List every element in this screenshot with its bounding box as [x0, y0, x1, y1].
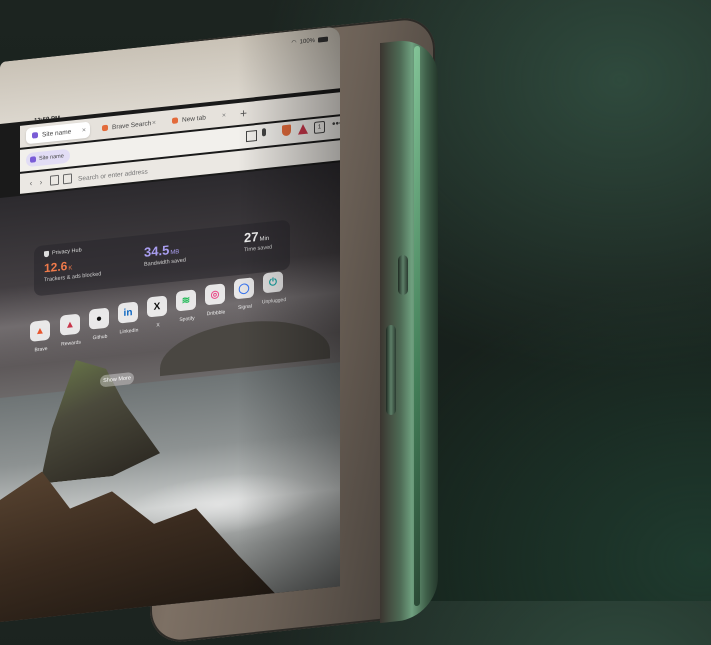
wifi-icon: ◠: [291, 39, 297, 47]
top-site-linkedin[interactable]: in LinkedIn: [118, 301, 140, 335]
site-favicon-icon: [30, 156, 36, 163]
trackers-unit: K: [68, 265, 73, 272]
site-pill[interactable]: Site name: [26, 148, 70, 168]
tablet-screen: ◠ 100% 12:59 PM Site name × Brave Search…: [0, 26, 340, 622]
battery-icon: [318, 36, 328, 43]
tab-label: Brave Search: [112, 119, 152, 131]
github-icon: ●: [89, 307, 109, 330]
tab-site-name[interactable]: Site name ×: [26, 121, 90, 145]
rewards-icon[interactable]: [298, 123, 308, 135]
close-icon[interactable]: ×: [82, 126, 86, 133]
top-site-github[interactable]: ● Github: [89, 307, 111, 341]
microphone-icon[interactable]: [262, 128, 266, 137]
tab-count-button[interactable]: 1: [314, 120, 325, 134]
status-icons: ◠ 100%: [291, 36, 328, 47]
top-site-label: Unplugged: [261, 296, 287, 306]
top-site-dribbble[interactable]: ◎ Dribbble: [205, 283, 227, 317]
reader-icon[interactable]: [63, 173, 72, 185]
tab-brave-search[interactable]: Brave Search ×: [96, 114, 160, 137]
tab-new-tab[interactable]: New tab ×: [166, 107, 230, 130]
dribbble-glyph: ◎: [210, 288, 220, 301]
bandwidth-unit: MB: [170, 249, 180, 257]
shield-icon: [44, 250, 49, 258]
bookmark-icon[interactable]: [50, 174, 59, 186]
privacy-hub-label: Privacy Hub: [52, 247, 82, 257]
trackers-number: 12.6: [44, 258, 68, 276]
bandwidth-stat: 34.5MB Bandwidth saved: [144, 240, 186, 268]
close-icon[interactable]: ×: [152, 119, 156, 126]
linkedin-glyph: in: [123, 306, 133, 319]
brave-glyph: ▲: [35, 324, 45, 337]
spotify-glyph: ≋: [181, 294, 191, 307]
volume-button: [398, 255, 408, 295]
unplugged-glyph: ⏻: [269, 276, 277, 289]
bandwidth-value: 34.5MB: [144, 240, 186, 260]
back-icon[interactable]: ‹: [26, 178, 36, 188]
add-tab-icon[interactable]: +: [240, 106, 247, 121]
bandwidth-number: 34.5: [144, 242, 170, 260]
time-label: Time saved: [244, 244, 273, 254]
menu-icon[interactable]: •••: [332, 118, 340, 130]
signal-glyph: ◯: [238, 282, 250, 295]
spotify-icon: ≋: [176, 289, 196, 312]
github-glyph: ●: [95, 312, 103, 325]
brave-favicon-icon: [172, 117, 178, 124]
linkedin-icon: in: [118, 301, 138, 324]
forward-icon[interactable]: ›: [36, 177, 46, 187]
top-site-brave[interactable]: ▲ Brave: [30, 319, 52, 354]
close-icon[interactable]: ×: [222, 112, 226, 119]
brave-favicon-icon: [102, 124, 108, 132]
new-tab-page: Privacy Hub 12.6K Trackers & ads blocked…: [0, 162, 340, 622]
time-number: 27: [244, 228, 259, 246]
top-site-unplugged[interactable]: ⏻ Unplugged: [262, 271, 286, 305]
tab-label: New tab: [182, 113, 206, 124]
tab-label: Site name: [42, 128, 72, 139]
power-button: [386, 325, 396, 415]
rewards-glyph: ▲: [65, 318, 75, 331]
battery-percent: 100%: [299, 37, 315, 46]
site-pill-label: Site name: [39, 153, 64, 162]
trackers-stat: Privacy Hub 12.6K Trackers & ads blocked: [44, 245, 101, 283]
x-glyph: X: [153, 300, 161, 313]
site-favicon-icon: [32, 132, 38, 139]
brave-icon: ▲: [30, 319, 50, 342]
time-unit: Min: [259, 235, 270, 243]
top-site-spotify[interactable]: ≋ Spotify: [176, 289, 198, 323]
x-icon: X: [147, 295, 167, 318]
qr-code-icon[interactable]: [246, 129, 257, 143]
top-site-rewards[interactable]: ▲ Rewards: [60, 313, 82, 348]
rewards-icon: ▲: [60, 313, 80, 336]
time-value: 27Min: [244, 227, 272, 246]
top-site-signal[interactable]: ◯ Signal: [234, 277, 256, 311]
device-scene: ◠ 100% 12:59 PM Site name × Brave Search…: [0, 0, 711, 645]
signal-icon: ◯: [234, 277, 254, 300]
time-stat: 27Min Time saved: [244, 227, 273, 254]
brave-shields-icon[interactable]: [282, 124, 291, 137]
unplugged-icon: ⏻: [263, 271, 283, 294]
edge-highlight: [414, 45, 420, 607]
top-site-x[interactable]: X X: [147, 295, 169, 329]
dribbble-icon: ◎: [205, 283, 225, 306]
